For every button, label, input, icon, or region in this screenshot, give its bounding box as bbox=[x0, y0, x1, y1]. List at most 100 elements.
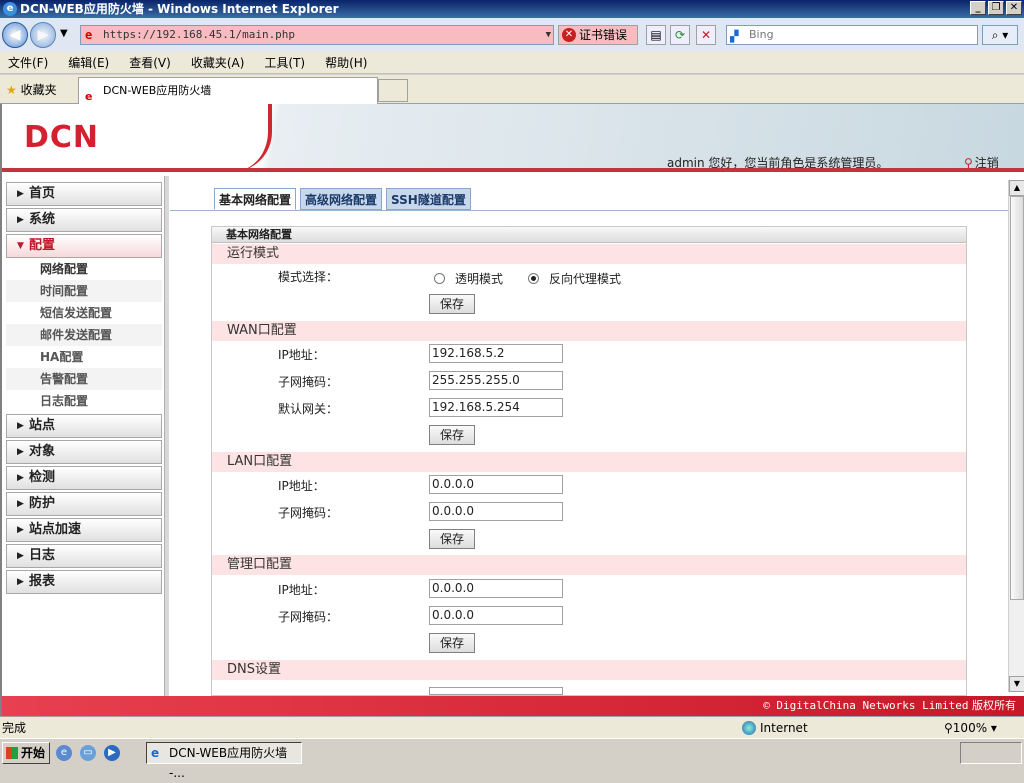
save-mgmt-button[interactable]: 保存 bbox=[429, 633, 475, 653]
refresh-button[interactable]: ⟳ bbox=[670, 25, 690, 45]
sidebar-sub-ha[interactable]: HA配置 bbox=[6, 346, 162, 368]
radio-circle bbox=[434, 273, 445, 284]
taskbar: 开始 e ▭ ▶ e DCN-WEB应用防火墙 -... bbox=[0, 738, 1024, 780]
mgmt-ip-label: IP地址： bbox=[278, 583, 325, 597]
sidebar-item-accel[interactable]: ▶ 站点加速 bbox=[6, 518, 162, 542]
mgmt-mask-label: 子网掩码： bbox=[278, 610, 339, 624]
lan-ip-label: IP地址： bbox=[278, 479, 325, 493]
minimize-button[interactable]: _ bbox=[970, 1, 986, 15]
rights-text: 版权所有 bbox=[972, 699, 1016, 712]
start-button[interactable]: 开始 bbox=[2, 742, 50, 764]
browser-tab[interactable]: e DCN-WEB应用防火墙 bbox=[78, 77, 378, 104]
favorites-bar: ★ 收藏夹 e DCN-WEB应用防火墙 bbox=[0, 75, 1024, 104]
sidebar-item-object[interactable]: ▶ 对象 bbox=[6, 440, 162, 464]
close-button[interactable]: ✕ bbox=[1006, 1, 1022, 15]
config-tabs: 基本网络配置 高级网络配置 SSH隧道配置 bbox=[214, 188, 471, 210]
page-content: DCN admin 您好，您当前角色是系统管理员。 ⚲ 注销 ▶ 首页 ▶ 系统 ▼ 配… bbox=[0, 104, 1024, 716]
sidebar-sub-email[interactable]: 邮件发送配置 bbox=[6, 324, 162, 346]
tab-basic-network[interactable]: 基本网络配置 bbox=[214, 188, 297, 210]
page-icon: e bbox=[85, 28, 93, 42]
zoom-level[interactable]: ⚲100% ▾ bbox=[944, 717, 997, 739]
mgmt-ip-input[interactable]: 0.0.0.0 bbox=[429, 579, 563, 598]
taskbar-ie-window[interactable]: e DCN-WEB应用防火墙 -... bbox=[146, 742, 302, 780]
wan-mask-label: 子网掩码： bbox=[278, 375, 339, 389]
compat-view-button[interactable]: ▤ bbox=[646, 25, 666, 45]
sidebar-item-reports[interactable]: ▶ 报表 bbox=[6, 570, 162, 594]
menu-file[interactable]: 文件(F) bbox=[8, 54, 48, 71]
save-wan-button[interactable]: 保存 bbox=[429, 425, 475, 445]
sidebar-sub-time[interactable]: 时间配置 bbox=[6, 280, 162, 302]
save-lan-button[interactable]: 保存 bbox=[429, 529, 475, 549]
ie-icon: e bbox=[3, 2, 17, 16]
star-icon: ★ bbox=[6, 83, 17, 97]
arrow-right-icon: ▶ bbox=[17, 525, 24, 535]
quicklaunch-media-icon[interactable]: ▶ bbox=[104, 745, 120, 761]
sidebar-splitter[interactable] bbox=[164, 176, 169, 696]
sidebar-sub-sms[interactable]: 短信发送配置 bbox=[6, 302, 162, 324]
url-input[interactable]: e https://192.168.45.1/main.php ▼ bbox=[80, 25, 554, 45]
dns-input-partial[interactable] bbox=[429, 687, 563, 695]
sidebar-sub-network[interactable]: 网络配置 bbox=[6, 258, 162, 280]
section-run-mode: 运行模式 bbox=[212, 244, 966, 264]
sidebar-item-home[interactable]: ▶ 首页 bbox=[6, 182, 162, 206]
header-banner: DCN admin 您好，您当前角色是系统管理员。 ⚲ 注销 bbox=[2, 104, 1024, 172]
address-bar: ◀ ▶ ▼ e https://192.168.45.1/main.php ▼ ✕ 证… bbox=[0, 18, 1024, 52]
radio-transparent[interactable]: 透明模式 bbox=[434, 270, 503, 287]
arrow-right-icon: ▶ bbox=[17, 447, 24, 457]
status-text: 完成 bbox=[2, 721, 27, 735]
bing-icon: ▞ bbox=[730, 30, 739, 43]
restore-button[interactable]: ❐ bbox=[988, 1, 1004, 15]
logout-link[interactable]: ⚲ 注销 bbox=[964, 154, 999, 171]
lan-mask-input[interactable]: 0.0.0.0 bbox=[429, 502, 563, 521]
wan-gateway-input[interactable]: 192.168.5.254 bbox=[429, 398, 563, 417]
sidebar: ▶ 首页 ▶ 系统 ▼ 配置 网络配置 时间配置 短信发送配置 邮件发送配置 HA配置… bbox=[4, 180, 164, 700]
sidebar-item-config[interactable]: ▼ 配置 bbox=[6, 234, 162, 258]
radio-reverse-proxy[interactable]: 反向代理模式 bbox=[528, 270, 621, 287]
cert-error-button[interactable]: ✕ 证书错误 bbox=[558, 25, 638, 45]
sidebar-item-site[interactable]: ▶ 站点 bbox=[6, 414, 162, 438]
stop-button[interactable]: ✕ bbox=[696, 25, 716, 45]
scroll-thumb[interactable] bbox=[1010, 196, 1024, 600]
quicklaunch-ie-icon[interactable]: e bbox=[56, 745, 72, 761]
scroll-down-icon[interactable]: ▼ bbox=[1009, 676, 1024, 692]
globe-icon bbox=[742, 721, 756, 735]
wan-mask-input[interactable]: 255.255.255.0 bbox=[429, 371, 563, 390]
sidebar-sub-log[interactable]: 日志配置 bbox=[6, 390, 162, 412]
arrow-right-icon: ▶ bbox=[17, 499, 24, 509]
scroll-up-icon[interactable]: ▲ bbox=[1009, 180, 1024, 196]
sidebar-item-logs[interactable]: ▶ 日志 bbox=[6, 544, 162, 568]
menu-view[interactable]: 查看(V) bbox=[129, 54, 171, 71]
lan-mask-label: 子网掩码： bbox=[278, 506, 339, 520]
sidebar-item-system[interactable]: ▶ 系统 bbox=[6, 208, 162, 232]
search-icon: ⌕ bbox=[991, 28, 999, 42]
menu-tools[interactable]: 工具(T) bbox=[264, 54, 305, 71]
wan-ip-input[interactable]: 192.168.5.2 bbox=[429, 344, 563, 363]
tab-ssh-tunnel[interactable]: SSH隧道配置 bbox=[386, 188, 471, 210]
key-icon: ⚲ bbox=[964, 156, 973, 170]
mgmt-mask-input[interactable]: 0.0.0.0 bbox=[429, 606, 563, 625]
new-tab-button[interactable] bbox=[378, 79, 408, 102]
vertical-scrollbar[interactable]: ▲ ▼ bbox=[1008, 180, 1024, 692]
favorites-button[interactable]: ★ 收藏夹 bbox=[6, 81, 57, 98]
menu-edit[interactable]: 编辑(E) bbox=[68, 54, 109, 71]
logo-swoosh bbox=[232, 104, 272, 172]
sidebar-sub-alert[interactable]: 告警配置 bbox=[6, 368, 162, 390]
search-input[interactable]: ▞ Bing bbox=[726, 25, 978, 45]
menu-help[interactable]: 帮助(H) bbox=[325, 54, 367, 71]
save-run-mode-button[interactable]: 保存 bbox=[429, 294, 475, 314]
search-button[interactable]: ⌕ ▾ bbox=[982, 25, 1018, 45]
lan-ip-input[interactable]: 0.0.0.0 bbox=[429, 475, 563, 494]
menu-favorites[interactable]: 收藏夹(A) bbox=[191, 54, 245, 71]
history-dropdown-icon[interactable]: ▼ bbox=[60, 28, 68, 39]
arrow-right-icon: ▶ bbox=[17, 473, 24, 483]
section-mgmt: 管理口配置 bbox=[212, 555, 966, 575]
sidebar-item-protect[interactable]: ▶ 防护 bbox=[6, 492, 162, 516]
url-dropdown-icon[interactable]: ▼ bbox=[546, 26, 551, 44]
tab-advanced-network[interactable]: 高级网络配置 bbox=[300, 188, 383, 210]
windows-logo-icon bbox=[6, 747, 18, 759]
section-dns: DNS设置 bbox=[212, 660, 966, 680]
forward-button[interactable]: ▶ bbox=[30, 22, 56, 48]
sidebar-item-detect[interactable]: ▶ 检测 bbox=[6, 466, 162, 490]
quicklaunch-desktop-icon[interactable]: ▭ bbox=[80, 745, 96, 761]
back-button[interactable]: ◀ bbox=[2, 22, 28, 48]
